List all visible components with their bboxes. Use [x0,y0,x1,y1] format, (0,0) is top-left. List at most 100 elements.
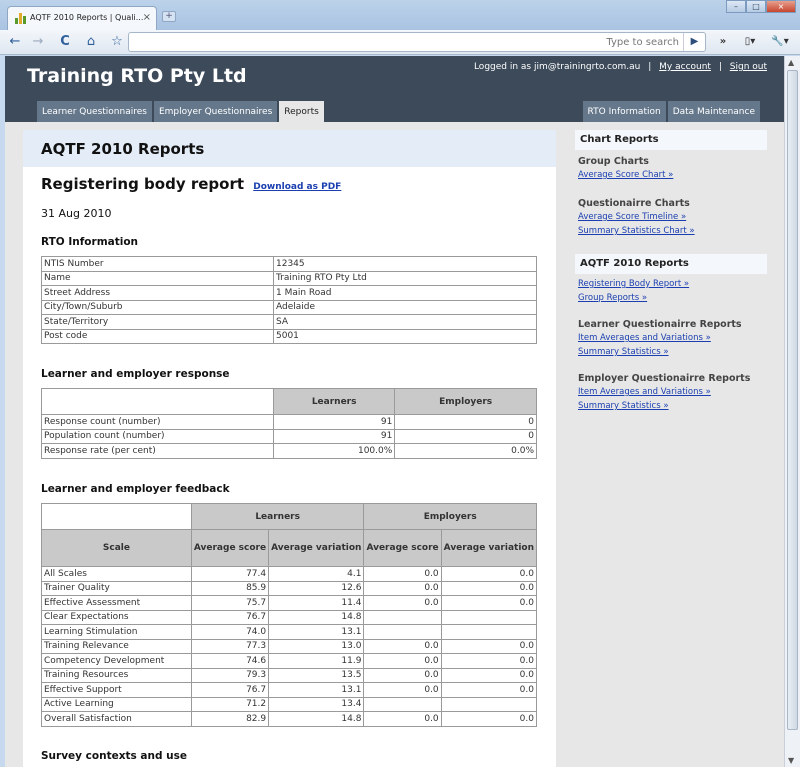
response-heading: Learner and employer response [41,368,230,380]
back-arrow-icon[interactable]: ← [6,33,24,51]
minimize-button[interactable]: – [726,0,746,13]
rto-info-row: Name Training RTO Pty Ltd [41,270,537,286]
employer-item-averages-link[interactable]: Item Averages and Variations » [578,386,767,399]
site-brand[interactable]: Training RTO Pty Ltd [27,65,247,87]
tab-employer-questionnaires[interactable]: Employer Questionnaires [153,101,278,122]
learner-item-averages-link[interactable]: Item Averages and Variations » [578,332,767,345]
feedback-table: Learners Employers Scale Average score A… [41,503,538,727]
feedback-row: All Scales 77.4 4.1 0.0 0.0 [41,566,538,582]
close-tab-icon[interactable]: × [143,12,151,23]
value-cell: 5001 [273,328,537,344]
vertical-scrollbar[interactable]: ▲ ▼ [784,56,800,767]
group-reports-link[interactable]: Group Reports » [578,292,767,305]
close-window-button[interactable]: × [766,0,796,13]
employer-reports-subheading: Employer Questionairre Reports [578,373,751,384]
page-menu-icon[interactable]: ▯▾ [738,33,762,51]
summary-statistics-chart-link[interactable]: Summary Statistics Chart » [578,225,767,238]
value-cell: 0 [394,428,537,444]
scrollbar-thumb[interactable] [787,70,798,730]
value-cell: 74.0 [190,624,270,640]
value-cell: 100.0% [272,443,396,459]
average-score-chart-link[interactable]: Average Score Chart » [578,169,767,182]
rto-info-heading: RTO Information [41,236,139,248]
employer-avg-variation-header: Average variation [440,529,538,567]
bookmark-star-icon[interactable]: ☆ [108,33,126,51]
value-cell: 76.7 [190,682,270,698]
reload-icon[interactable]: C [56,33,74,51]
survey-heading: Survey contexts and use [41,750,188,762]
row-label-cell: NTIS Number [41,256,274,272]
row-label-cell: Overall Satisfaction [41,711,192,727]
forward-arrow-icon[interactable]: → [29,33,47,51]
questionnaire-charts-subheading: Questionairre Charts [578,198,690,209]
sidebar: Chart Reports Group Charts Average Score… [575,130,767,413]
registering-body-report-link[interactable]: Registering Body Report » [578,278,767,291]
row-label-cell: Trainer Quality [41,580,192,596]
value-cell: 12.6 [268,580,365,596]
value-cell: 13.5 [268,667,365,683]
chart-favicon-icon [15,13,26,24]
value-cell: 91 [272,428,396,444]
row-label-cell: State/Territory [41,314,274,330]
sign-out-link[interactable]: Sign out [730,62,767,72]
value-cell: 0.0 [363,667,442,683]
value-cell: 0.0% [394,443,537,459]
overflow-chevron-icon[interactable]: » [716,33,730,51]
new-tab-button[interactable]: + [162,11,176,22]
value-cell: SA [273,314,537,330]
average-score-timeline-link[interactable]: Average Score Timeline » [578,211,767,224]
download-pdf-link[interactable]: Download as PDF [253,182,341,192]
learner-summary-statistics-link[interactable]: Summary Statistics » [578,346,767,359]
go-button[interactable]: ▶ [683,33,705,51]
home-icon[interactable]: ⌂ [82,33,100,51]
maximize-button[interactable]: □ [746,0,766,13]
response-row: Population count (number) 91 0 [41,428,537,444]
scroll-up-icon[interactable]: ▲ [788,58,794,67]
value-cell: 0.0 [440,711,538,727]
chart-reports-heading: Chart Reports [575,130,767,150]
feedback-row: Training Resources 79.3 13.5 0.0 0.0 [41,667,538,683]
secondary-nav: RTO Information Data Maintenance [582,101,762,122]
feedback-row: Learning Stimulation 74.0 13.1 [41,624,538,640]
row-label-cell: Response rate (per cent) [41,443,274,459]
value-cell: 0.0 [363,682,442,698]
my-account-link[interactable]: My account [659,62,711,72]
separator: | [718,62,722,72]
rto-info-table: NTIS Number 12345 Name Training RTO Pty Ltd… [41,256,537,344]
logged-in-text: Logged in as jim@trainingrto.com.au [473,62,641,72]
value-cell: 0.0 [363,580,442,596]
learners-column-header: Learners [272,388,396,415]
address-bar[interactable]: Type to search ▶ [128,32,706,52]
login-bar: Logged in as jim@trainingrto.com.au | My… [474,62,767,72]
tab-learner-questionnaires[interactable]: Learner Questionnaires [37,101,152,122]
tab-strip: AQTF 2010 Reports | Quali... × + – □ × [0,0,800,30]
value-cell [363,624,442,640]
value-cell: 0.0 [440,595,538,611]
value-cell [440,624,538,640]
value-cell: 11.9 [268,653,365,669]
browser-tab[interactable]: AQTF 2010 Reports | Quali... × [7,6,157,30]
browser-tab-title: AQTF 2010 Reports | Quali... [30,13,144,22]
browser-window: AQTF 2010 Reports | Quali... × + – □ × ←… [0,0,800,767]
value-cell: 13.1 [268,682,365,698]
value-cell: 85.9 [190,580,270,596]
value-cell: Training RTO Pty Ltd [273,270,537,286]
value-cell: 75.7 [190,595,270,611]
tab-reports[interactable]: Reports [279,101,324,122]
value-cell: 0.0 [363,566,442,582]
response-row: Response count (number) 91 0 [41,414,537,430]
tab-rto-information[interactable]: RTO Information [582,101,666,122]
value-cell: 13.0 [268,638,365,654]
employers-column-header: Employers [394,388,537,415]
browser-toolbar: ← → C ⌂ ☆ Type to search ▶ » ▯▾ 🔧▾ [0,30,800,55]
value-cell: Adelaide [273,299,537,315]
rto-info-row: State/Territory SA [41,314,537,330]
value-cell: 0.0 [363,638,442,654]
scroll-down-icon[interactable]: ▼ [788,756,794,765]
employer-summary-statistics-link[interactable]: Summary Statistics » [578,400,767,413]
value-cell: 0.0 [363,653,442,669]
wrench-menu-icon[interactable]: 🔧▾ [766,33,794,51]
tab-data-maintenance[interactable]: Data Maintenance [667,101,760,122]
learner-avg-score-header: Average score [190,529,270,567]
row-label-cell: Learning Stimulation [41,624,192,640]
